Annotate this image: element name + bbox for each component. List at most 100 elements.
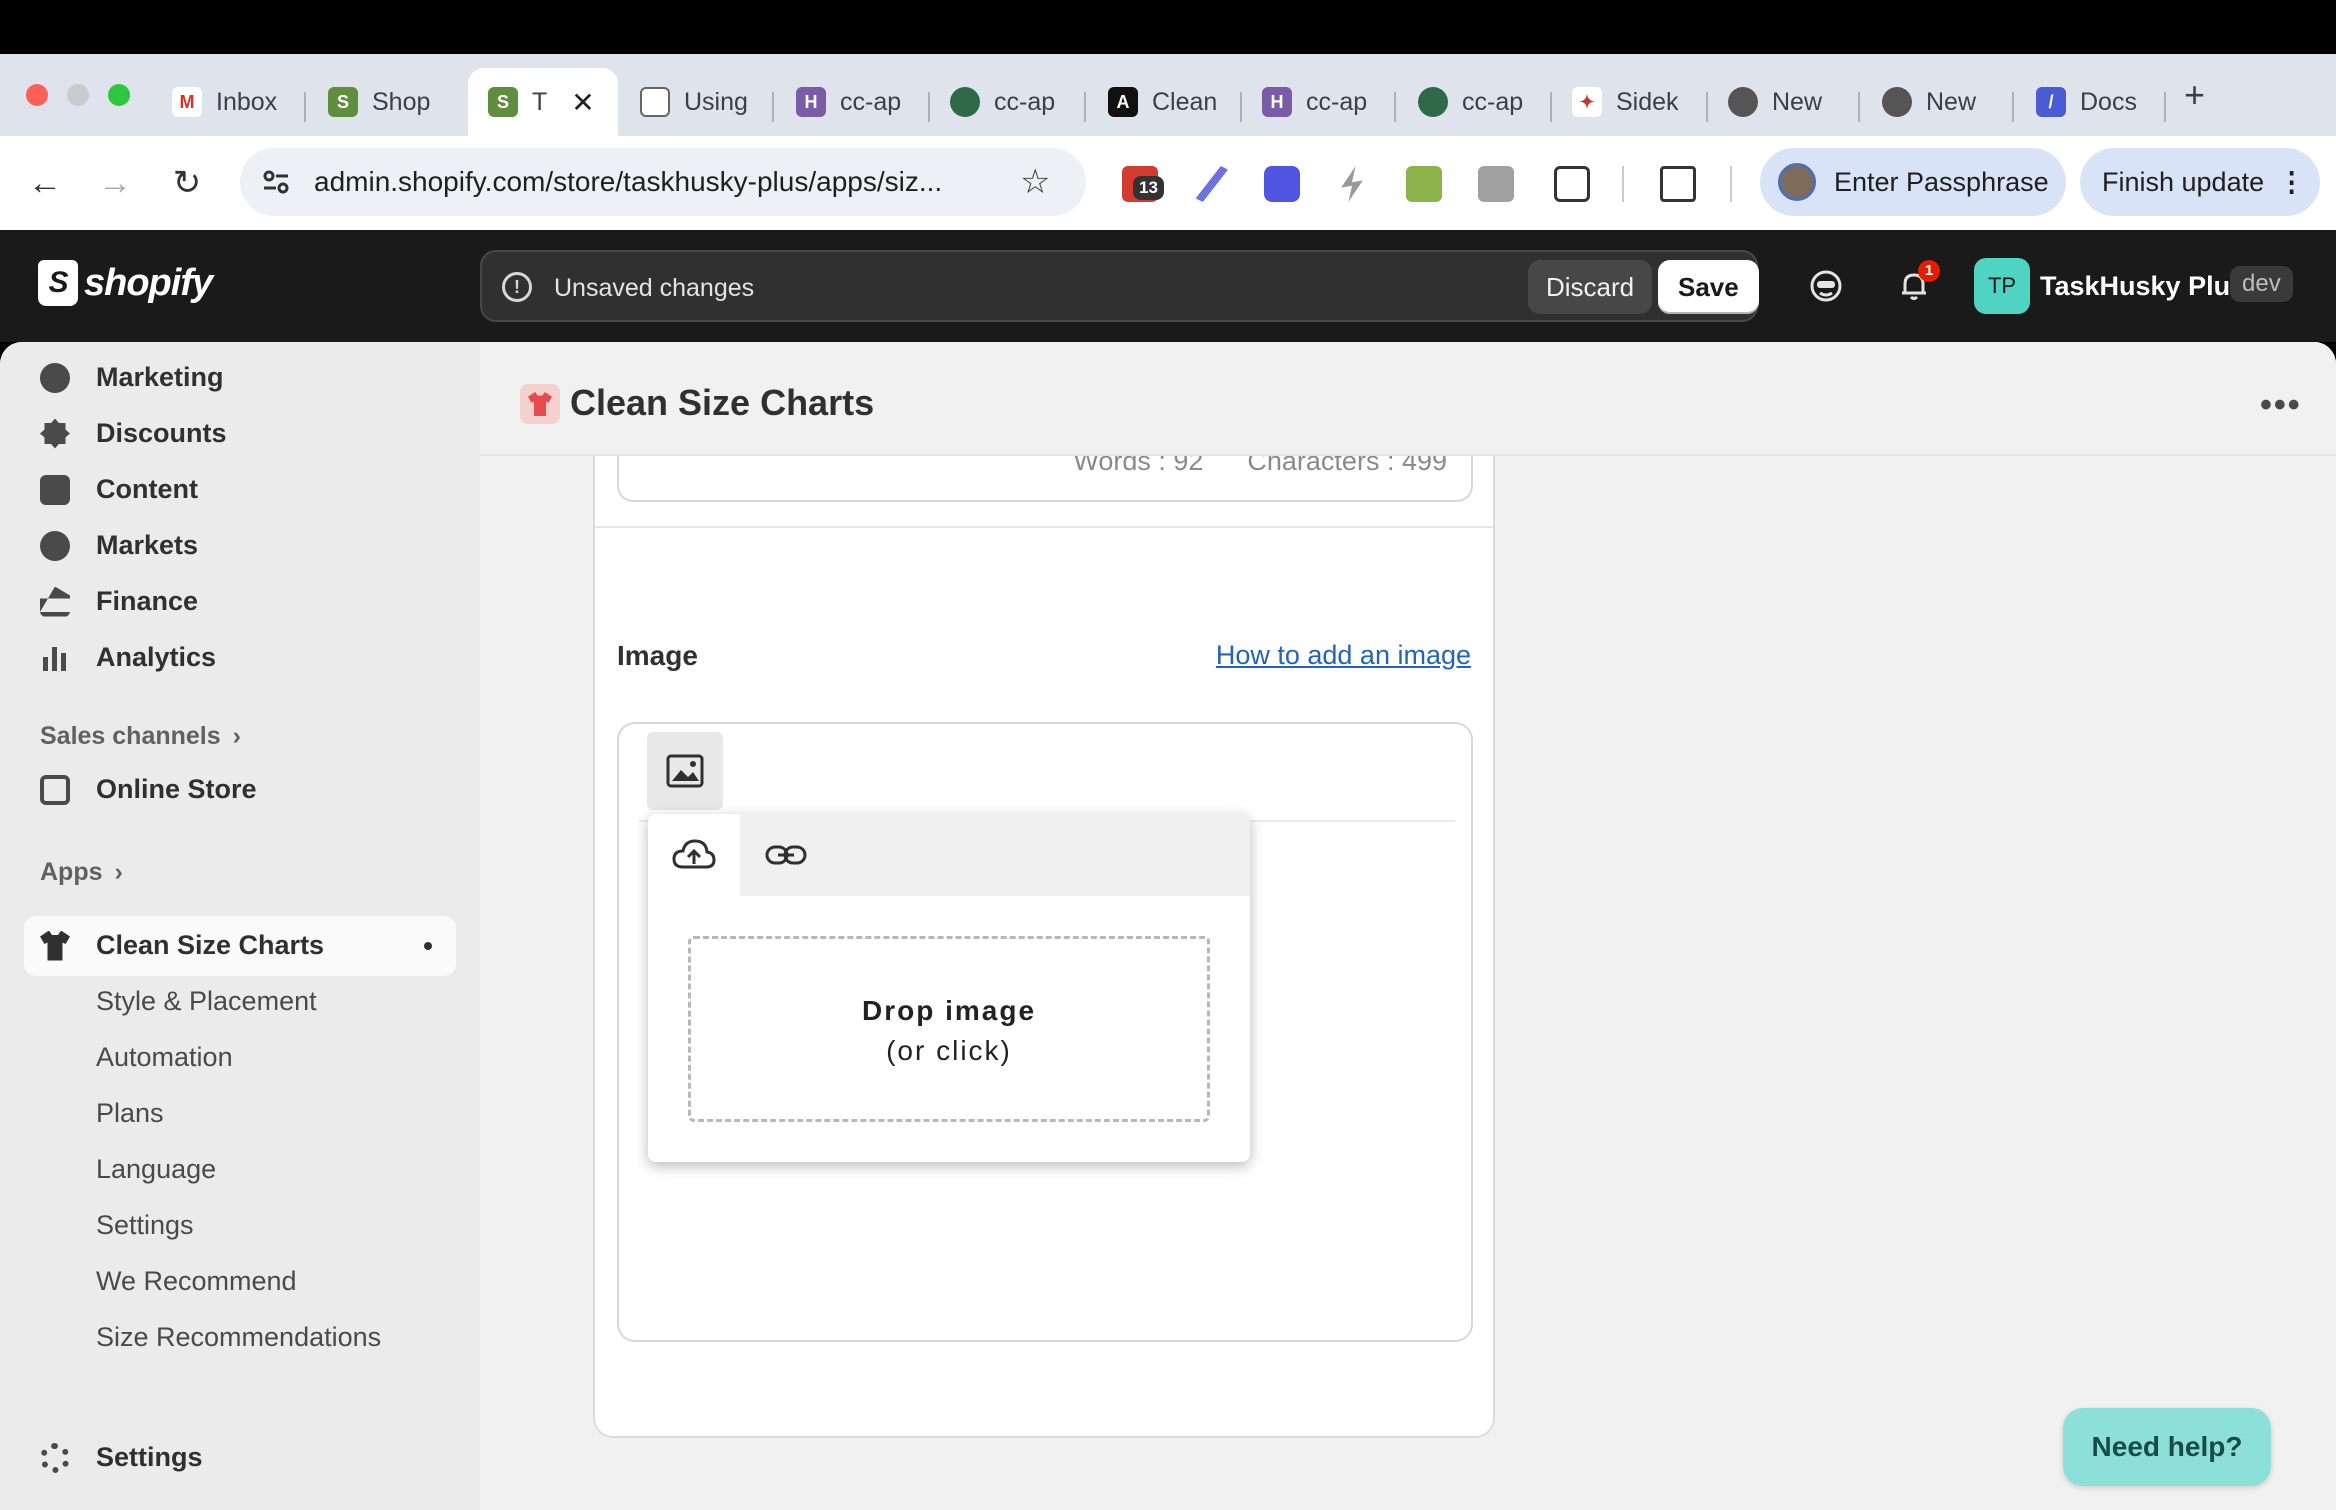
- sidebar-item-markets[interactable]: Markets: [40, 530, 198, 561]
- tab-separator: [772, 92, 774, 122]
- sidebar-subitem-we-recommend[interactable]: We Recommend: [96, 1266, 297, 1297]
- upload-tab[interactable]: [648, 814, 740, 896]
- window-top-bar: [0, 0, 2336, 54]
- pin-dot-icon[interactable]: [424, 942, 432, 950]
- quill-extension-icon[interactable]: [1195, 166, 1228, 202]
- maximize-window-button[interactable]: [108, 84, 130, 106]
- sidebar-subitem-settings[interactable]: Settings: [96, 1210, 194, 1241]
- tab-label: Clean: [1152, 87, 1218, 116]
- browser-tab-new-1[interactable]: New: [1728, 68, 1838, 136]
- sidebar-item-online-store[interactable]: Online Store: [40, 774, 257, 805]
- gmail-icon: M: [172, 87, 202, 117]
- page-title: Clean Size Charts: [570, 382, 875, 423]
- code-extension-icon[interactable]: [1478, 166, 1514, 202]
- address-bar[interactable]: admin.shopify.com/store/taskhusky-plus/a…: [240, 148, 1086, 216]
- sidebar-item-discounts[interactable]: Discounts: [40, 418, 227, 449]
- store-name[interactable]: TaskHusky Plus: [2040, 271, 2245, 302]
- more-actions-icon[interactable]: •••: [2260, 386, 2302, 425]
- how-to-add-image-link[interactable]: How to add an image: [1216, 640, 1471, 671]
- tab-separator: [1550, 92, 1552, 122]
- browser-tab-cc-ap-4[interactable]: cc-ap: [1418, 68, 1530, 136]
- document-icon: [640, 87, 670, 117]
- tab-label: cc-ap: [994, 87, 1056, 116]
- notification-count-badge: 1: [1918, 260, 1940, 282]
- shopify-logo[interactable]: S shopify: [38, 260, 213, 306]
- tab-label: Inbox: [216, 87, 278, 116]
- sidebar-subitem-size-recommendations[interactable]: Size Recommendations: [96, 1322, 381, 1353]
- sales-channels-label: Sales channels: [40, 722, 221, 750]
- finish-update-label: Finish update: [2102, 166, 2265, 197]
- discard-button[interactable]: Discard: [1528, 260, 1653, 314]
- need-help-button[interactable]: Need help?: [2063, 1408, 2271, 1486]
- back-icon[interactable]: ←: [22, 160, 68, 206]
- sidebar-item-settings[interactable]: Settings: [40, 1442, 203, 1473]
- gear-icon: [40, 1442, 70, 1473]
- reload-icon[interactable]: ↻: [164, 160, 210, 206]
- tab-separator: [1240, 92, 1242, 122]
- sidebar-item-clean-size-charts[interactable]: Clean Size Charts: [40, 930, 324, 961]
- bookmark-star-icon[interactable]: ☆: [1020, 162, 1050, 202]
- extensions-puzzle-icon[interactable]: [1554, 166, 1590, 202]
- app-shirt-icon: [520, 384, 560, 424]
- image-dropzone[interactable]: Drop image (or click): [688, 936, 1210, 1122]
- finish-update-button[interactable]: Finish update ⋮: [2080, 148, 2320, 216]
- sidebar-subitem-style-placement[interactable]: Style & Placement: [96, 986, 317, 1017]
- sidebar-subitem-plans[interactable]: Plans: [96, 1098, 164, 1129]
- browser-tab-shop[interactable]: S Shop: [328, 68, 438, 136]
- sidebar-item-analytics[interactable]: Analytics: [40, 642, 216, 673]
- unsaved-message: Unsaved changes: [554, 274, 755, 302]
- site-settings-icon[interactable]: [260, 166, 292, 198]
- save-button[interactable]: Save: [1658, 260, 1759, 314]
- store-avatar[interactable]: TP: [1974, 258, 2030, 314]
- upload-mode-tabs: [648, 814, 1250, 896]
- browser-tab-cc-ap-1[interactable]: H cc-ap: [796, 68, 908, 136]
- tab-separator: [1394, 92, 1396, 122]
- globe-icon: [40, 530, 70, 561]
- sidebar-subitem-language[interactable]: Language: [96, 1154, 216, 1185]
- enter-passphrase-button[interactable]: Enter Passphrase: [1760, 148, 2066, 216]
- sidebar-item-label: Markets: [96, 530, 199, 560]
- sidebar-item-finance[interactable]: Finance: [40, 586, 198, 617]
- browser-tab-sidek[interactable]: ✦ Sidek: [1572, 68, 1684, 136]
- browser-tab-clean[interactable]: A Clean: [1108, 68, 1220, 136]
- browser-tab-inbox[interactable]: M Inbox: [172, 68, 286, 136]
- url-text[interactable]: admin.shopify.com/store/taskhusky-plus/a…: [314, 166, 942, 198]
- image-icon: [666, 754, 704, 788]
- lightning-extension-icon[interactable]: [1341, 166, 1363, 202]
- tab-label: cc-ap: [840, 87, 902, 116]
- sidebar-item-content[interactable]: Content: [40, 474, 198, 505]
- browser-tab-using[interactable]: Using: [640, 68, 752, 136]
- insert-image-button[interactable]: [647, 732, 723, 810]
- sidebar-subitem-automation[interactable]: Automation: [96, 1042, 233, 1073]
- alert-circle-icon: !: [502, 272, 532, 302]
- forward-icon[interactable]: →: [92, 160, 138, 206]
- browser-tab-cc-ap-2[interactable]: cc-ap: [950, 68, 1062, 136]
- sidebar-item-label: Settings: [96, 1442, 203, 1472]
- store-icon: [40, 774, 70, 805]
- sidebar-item-marketing[interactable]: Marketing: [40, 362, 224, 393]
- tab-label: cc-ap: [1306, 87, 1368, 116]
- browser-tab-docs[interactable]: / Docs: [2036, 68, 2148, 136]
- sidebar-item-label: Discounts: [96, 418, 227, 448]
- browser-tab-cc-ap-3[interactable]: H cc-ap: [1262, 68, 1374, 136]
- sidebar-item-label: Finance: [96, 586, 199, 616]
- new-tab-button[interactable]: +: [2184, 74, 2205, 116]
- browser-tab-new-2[interactable]: New: [1882, 68, 1994, 136]
- more-vert-icon[interactable]: ⋮: [2278, 167, 2305, 198]
- sidebar-item-label: Analytics: [96, 642, 217, 672]
- close-window-button[interactable]: [26, 84, 48, 106]
- discount-icon: [40, 418, 70, 449]
- browser-tab-active[interactable]: S T ✕: [468, 68, 618, 136]
- close-tab-icon[interactable]: ✕: [571, 86, 594, 119]
- glasses-extension-icon[interactable]: [1406, 166, 1442, 202]
- tab-separator: [1084, 92, 1086, 122]
- tab-search-icon[interactable]: [1660, 166, 1696, 202]
- sidekick-assistant-icon[interactable]: [1808, 268, 1844, 304]
- link-tab[interactable]: [740, 814, 832, 896]
- minimize-window-button[interactable]: [67, 84, 89, 106]
- sales-channels-heading[interactable]: Sales channels ›: [40, 722, 241, 751]
- asterisk-extension-icon[interactable]: [1264, 166, 1300, 202]
- content-icon: [40, 474, 70, 505]
- apps-heading[interactable]: Apps ›: [40, 858, 123, 887]
- browser-tab-strip: M Inbox S Shop S T ✕ Using H cc-ap cc-ap…: [0, 54, 2336, 136]
